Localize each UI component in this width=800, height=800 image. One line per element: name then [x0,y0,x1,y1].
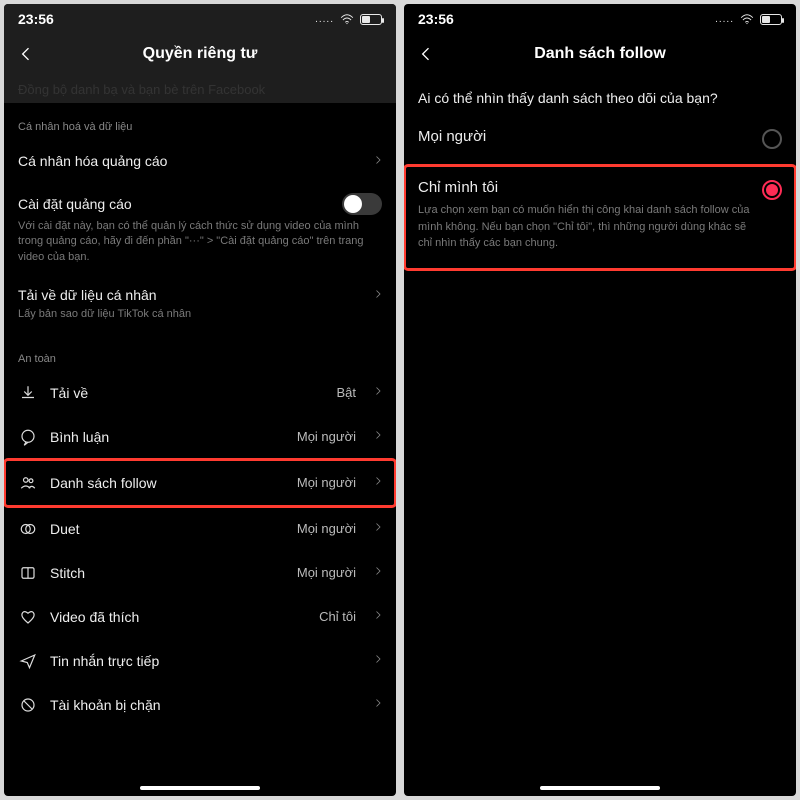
wifi-icon [340,13,354,25]
row-label: Tài khoản bị chặn [50,697,360,713]
row-label: Tin nhắn trực tiếp [50,653,360,669]
chevron-right-icon [372,697,382,712]
row-label: Bình luận [50,429,285,445]
status-indicators: ..... [715,13,782,25]
row-download[interactable]: Tải về Bật [4,371,396,415]
ad-settings-toggle[interactable] [342,193,382,215]
status-dots: ..... [315,14,334,25]
section-safety-header: An toàn [4,335,396,371]
battery-icon [360,14,382,25]
row-label: Video đã thích [50,609,307,625]
status-indicators: ..... [315,13,382,25]
back-button[interactable] [414,42,438,66]
section-personalize-header: Cá nhân hoá và dữ liệu [4,103,396,139]
row-direct-messages[interactable]: Tin nhắn trực tiếp [4,639,396,683]
status-bar: 23:56 ..... [404,4,796,34]
chevron-right-icon [372,154,382,169]
nav-header: Quyền riêng tư [4,34,396,74]
chevron-right-icon [372,565,382,580]
row-value: Mọi người [297,521,356,536]
row-value: Bật [336,385,356,400]
row-label: Cài đặt quảng cáo [18,196,342,212]
option-only-me[interactable]: Chỉ mình tôi Lựa chọn xem bạn có muốn hi… [404,165,796,270]
row-stitch[interactable]: Stitch Mọi người [4,551,396,595]
chevron-right-icon [372,429,382,444]
row-follow-list[interactable]: Danh sách follow Mọi người [4,459,396,507]
row-label: Tải về dữ liệu cá nhân [18,287,372,303]
content-scroll[interactable]: Đồng bộ danh bạ và bạn bè trên Facebook … [4,74,396,796]
duet-icon [18,519,38,539]
radio-unselected-icon[interactable] [762,129,782,149]
comment-icon [18,427,38,447]
row-comments[interactable]: Bình luận Mọi người [4,415,396,459]
row-label: Cá nhân hóa quảng cáo [18,153,360,169]
row-liked-videos[interactable]: Video đã thích Chỉ tôi [4,595,396,639]
row-duet[interactable]: Duet Mọi người [4,507,396,551]
home-indicator[interactable] [540,786,660,790]
wifi-icon [740,13,754,25]
truncated-row[interactable]: Đồng bộ danh bạ và bạn bè trên Facebook [4,74,396,103]
row-download-data[interactable]: Tải về dữ liệu cá nhân Lấy bản sao dữ li… [4,277,396,334]
people-icon [18,473,38,493]
follow-list-screen: 23:56 ..... Danh sách follow Ai có thể n… [404,4,796,796]
chevron-right-icon [372,288,382,303]
option-label: Mọi người [418,128,750,145]
status-time: 23:56 [418,11,454,27]
chevron-right-icon [372,475,382,490]
row-blocked-accounts[interactable]: Tài khoản bị chặn [4,683,396,727]
battery-icon [760,14,782,25]
content-scroll[interactable]: Ai có thể nhìn thấy danh sách theo dõi c… [404,74,796,796]
row-value: Mọi người [297,429,356,444]
back-button[interactable] [14,42,38,66]
radio-selected-icon[interactable] [762,180,782,200]
nav-header: Danh sách follow [404,34,796,74]
download-icon [18,383,38,403]
chevron-right-icon [372,609,382,624]
chevron-right-icon [372,385,382,400]
home-indicator[interactable] [140,786,260,790]
chevron-right-icon [372,521,382,536]
chevron-right-icon [372,653,382,668]
row-label: Stitch [50,565,285,581]
page-title: Quyền riêng tư [143,45,258,63]
row-description: Với cài đặt này, bạn có thể quản lý cách… [18,219,382,265]
heart-icon [18,607,38,627]
block-icon [18,695,38,715]
row-value: Mọi người [297,565,356,580]
row-label: Danh sách follow [50,475,285,491]
row-label: Tải về [50,385,324,401]
option-everyone[interactable]: Mọi người [404,114,796,165]
status-dots: ..... [715,14,734,25]
row-ad-settings[interactable]: Cài đặt quảng cáo Với cài đặt này, bạn c… [4,183,396,277]
page-title: Danh sách follow [534,45,666,63]
status-bar: 23:56 ..... [4,4,396,34]
option-description: Lựa chọn xem bạn có muốn hiển thị công k… [418,202,750,252]
status-time: 23:56 [18,11,54,27]
send-icon [18,651,38,671]
row-description: Lấy bản sao dữ liệu TikTok cá nhân [18,307,382,322]
privacy-settings-screen: 23:56 ..... Quyền riêng tư Đồng bộ danh … [4,4,396,796]
row-label: Duet [50,521,285,537]
visibility-question: Ai có thể nhìn thấy danh sách theo dõi c… [404,74,796,114]
stitch-icon [18,563,38,583]
row-value: Mọi người [297,475,356,490]
row-ad-personalization[interactable]: Cá nhân hóa quảng cáo [4,139,396,183]
row-value: Chỉ tôi [319,609,356,624]
option-label: Chỉ mình tôi [418,179,750,196]
